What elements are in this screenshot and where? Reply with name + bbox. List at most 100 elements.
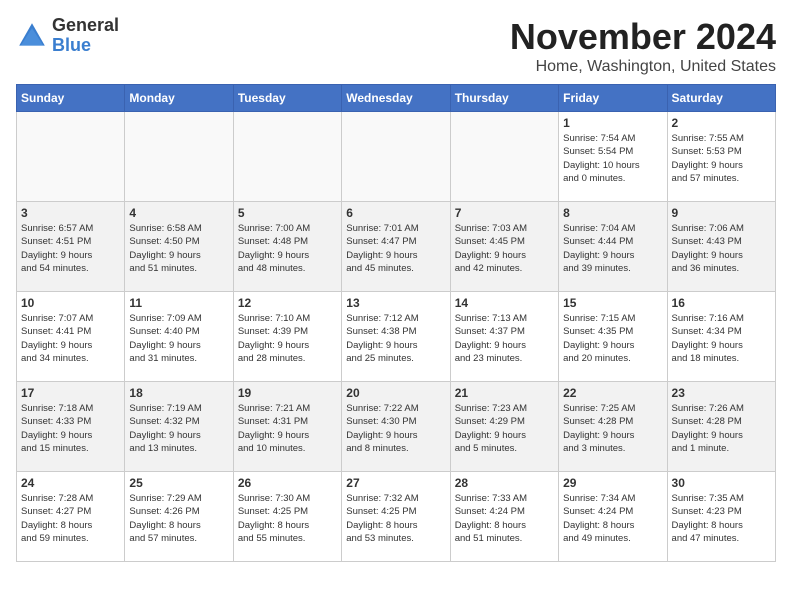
calendar-cell: 14 Sunrise: 7:13 AM Sunset: 4:37 PM Dayli… — [450, 292, 558, 382]
day-info: Sunrise: 7:21 AM Sunset: 4:31 PM Dayligh… — [238, 402, 337, 455]
calendar-cell: 28Sunrise: 7:33 AM Sunset: 4:24 PM Dayli… — [450, 472, 558, 562]
calendar-cell: 10Sunrise: 7:07 AM Sunset: 4:41 PM Dayli… — [17, 292, 125, 382]
day-number: 15 — [563, 296, 662, 310]
weekday-header-monday: Monday — [125, 85, 233, 112]
location: Home, Washington, United States — [510, 58, 776, 76]
day-number: 18 — [129, 386, 228, 400]
day-info: Sunrise: 7:35 AM Sunset: 4:23 PM Dayligh… — [672, 492, 771, 545]
calendar-cell: 17Sunrise: 7:18 AM Sunset: 4:33 PM Dayli… — [17, 382, 125, 472]
calendar-cell: 26 Sunrise: 7:30 AM Sunset: 4:25 PM Dayli… — [233, 472, 341, 562]
weekday-header-row: SundayMondayTuesdayWednesdayThursdayFrid… — [17, 85, 776, 112]
day-info: Sunrise: 7:22 AM Sunset: 4:30 PM Dayligh… — [346, 402, 445, 455]
day-number: 27 — [346, 476, 445, 490]
calendar-cell: 13 Sunrise: 7:12 AM Sunset: 4:38 PM Dayli… — [342, 292, 450, 382]
logo-text: General Blue — [52, 16, 119, 56]
page-header: General Blue November 2024 Home, Washing… — [16, 16, 776, 76]
day-number: 8 — [563, 206, 662, 220]
calendar-cell: 24Sunrise: 7:28 AM Sunset: 4:27 PM Dayli… — [17, 472, 125, 562]
day-info: Sunrise: 7:01 AM Sunset: 4:47 PM Dayligh… — [346, 222, 445, 275]
day-number: 13 — [346, 296, 445, 310]
calendar-cell: 15 Sunrise: 7:15 AM Sunset: 4:35 PM Dayli… — [559, 292, 667, 382]
day-number: 22 — [563, 386, 662, 400]
day-number: 9 — [672, 206, 771, 220]
logo: General Blue — [16, 16, 119, 56]
day-info: Sunrise: 6:58 AM Sunset: 4:50 PM Dayligh… — [129, 222, 228, 275]
day-info: Sunrise: 7:13 AM Sunset: 4:37 PM Dayligh… — [455, 312, 554, 365]
day-number: 3 — [21, 206, 120, 220]
calendar-cell: 7 Sunrise: 7:03 AM Sunset: 4:45 PM Daylig… — [450, 202, 558, 292]
calendar-cell — [233, 112, 341, 202]
day-info: Sunrise: 7:04 AM Sunset: 4:44 PM Dayligh… — [563, 222, 662, 275]
week-row-2: 3 Sunrise: 6:57 AM Sunset: 4:51 PM Daylig… — [17, 202, 776, 292]
day-info: Sunrise: 7:34 AM Sunset: 4:24 PM Dayligh… — [563, 492, 662, 545]
weekday-header-saturday: Saturday — [667, 85, 775, 112]
calendar-cell: 18 Sunrise: 7:19 AM Sunset: 4:32 PM Dayli… — [125, 382, 233, 472]
day-info: Sunrise: 7:06 AM Sunset: 4:43 PM Dayligh… — [672, 222, 771, 275]
day-number: 19 — [238, 386, 337, 400]
logo-general: General — [52, 16, 119, 36]
day-info: Sunrise: 7:23 AM Sunset: 4:29 PM Dayligh… — [455, 402, 554, 455]
day-number: 16 — [672, 296, 771, 310]
weekday-header-sunday: Sunday — [17, 85, 125, 112]
calendar-cell: 21 Sunrise: 7:23 AM Sunset: 4:29 PM Dayli… — [450, 382, 558, 472]
day-number: 25 — [129, 476, 228, 490]
calendar-cell — [342, 112, 450, 202]
day-info: Sunrise: 7:19 AM Sunset: 4:32 PM Dayligh… — [129, 402, 228, 455]
day-info: Sunrise: 7:10 AM Sunset: 4:39 PM Dayligh… — [238, 312, 337, 365]
day-number: 6 — [346, 206, 445, 220]
calendar-cell: 3 Sunrise: 6:57 AM Sunset: 4:51 PM Daylig… — [17, 202, 125, 292]
week-row-4: 17Sunrise: 7:18 AM Sunset: 4:33 PM Dayli… — [17, 382, 776, 472]
calendar-cell: 1 Sunrise: 7:54 AM Sunset: 5:54 PM Daylig… — [559, 112, 667, 202]
day-info: Sunrise: 7:26 AM Sunset: 4:28 PM Dayligh… — [672, 402, 771, 455]
day-number: 11 — [129, 296, 228, 310]
day-number: 1 — [563, 116, 662, 130]
day-number: 30 — [672, 476, 771, 490]
day-info: Sunrise: 7:30 AM Sunset: 4:25 PM Dayligh… — [238, 492, 337, 545]
day-info: Sunrise: 7:25 AM Sunset: 4:28 PM Dayligh… — [563, 402, 662, 455]
day-number: 14 — [455, 296, 554, 310]
day-info: Sunrise: 7:12 AM Sunset: 4:38 PM Dayligh… — [346, 312, 445, 365]
day-info: Sunrise: 6:57 AM Sunset: 4:51 PM Dayligh… — [21, 222, 120, 275]
day-number: 26 — [238, 476, 337, 490]
day-number: 4 — [129, 206, 228, 220]
week-row-3: 10Sunrise: 7:07 AM Sunset: 4:41 PM Dayli… — [17, 292, 776, 382]
day-number: 5 — [238, 206, 337, 220]
day-info: Sunrise: 7:55 AM Sunset: 5:53 PM Dayligh… — [672, 132, 771, 185]
calendar-cell: 22 Sunrise: 7:25 AM Sunset: 4:28 PM Dayli… — [559, 382, 667, 472]
calendar-cell: 16Sunrise: 7:16 AM Sunset: 4:34 PM Dayli… — [667, 292, 775, 382]
day-number: 7 — [455, 206, 554, 220]
day-info: Sunrise: 7:03 AM Sunset: 4:45 PM Dayligh… — [455, 222, 554, 275]
calendar-cell — [450, 112, 558, 202]
calendar-cell: 29 Sunrise: 7:34 AM Sunset: 4:24 PM Dayli… — [559, 472, 667, 562]
day-info: Sunrise: 7:29 AM Sunset: 4:26 PM Dayligh… — [129, 492, 228, 545]
weekday-header-tuesday: Tuesday — [233, 85, 341, 112]
day-info: Sunrise: 7:09 AM Sunset: 4:40 PM Dayligh… — [129, 312, 228, 365]
week-row-1: 1 Sunrise: 7:54 AM Sunset: 5:54 PM Daylig… — [17, 112, 776, 202]
calendar-cell: 27 Sunrise: 7:32 AM Sunset: 4:25 PM Dayli… — [342, 472, 450, 562]
day-info: Sunrise: 7:28 AM Sunset: 4:27 PM Dayligh… — [21, 492, 120, 545]
calendar: SundayMondayTuesdayWednesdayThursdayFrid… — [16, 84, 776, 562]
calendar-cell — [125, 112, 233, 202]
day-info: Sunrise: 7:18 AM Sunset: 4:33 PM Dayligh… — [21, 402, 120, 455]
calendar-cell: 2 Sunrise: 7:55 AM Sunset: 5:53 PM Daylig… — [667, 112, 775, 202]
week-row-5: 24Sunrise: 7:28 AM Sunset: 4:27 PM Dayli… — [17, 472, 776, 562]
day-number: 10 — [21, 296, 120, 310]
day-number: 12 — [238, 296, 337, 310]
day-info: Sunrise: 7:54 AM Sunset: 5:54 PM Dayligh… — [563, 132, 662, 185]
logo-blue: Blue — [52, 36, 119, 56]
calendar-cell — [17, 112, 125, 202]
calendar-cell: 23Sunrise: 7:26 AM Sunset: 4:28 PM Dayli… — [667, 382, 775, 472]
day-number: 2 — [672, 116, 771, 130]
weekday-header-wednesday: Wednesday — [342, 85, 450, 112]
day-number: 29 — [563, 476, 662, 490]
calendar-cell: 5Sunrise: 7:00 AM Sunset: 4:48 PM Daylig… — [233, 202, 341, 292]
calendar-cell: 20Sunrise: 7:22 AM Sunset: 4:30 PM Dayli… — [342, 382, 450, 472]
weekday-header-friday: Friday — [559, 85, 667, 112]
day-info: Sunrise: 7:32 AM Sunset: 4:25 PM Dayligh… — [346, 492, 445, 545]
day-number: 21 — [455, 386, 554, 400]
calendar-cell: 4 Sunrise: 6:58 AM Sunset: 4:50 PM Daylig… — [125, 202, 233, 292]
calendar-cell: 12 Sunrise: 7:10 AM Sunset: 4:39 PM Dayli… — [233, 292, 341, 382]
day-info: Sunrise: 7:15 AM Sunset: 4:35 PM Dayligh… — [563, 312, 662, 365]
calendar-cell: 8 Sunrise: 7:04 AM Sunset: 4:44 PM Daylig… — [559, 202, 667, 292]
calendar-cell: 11 Sunrise: 7:09 AM Sunset: 4:40 PM Dayli… — [125, 292, 233, 382]
